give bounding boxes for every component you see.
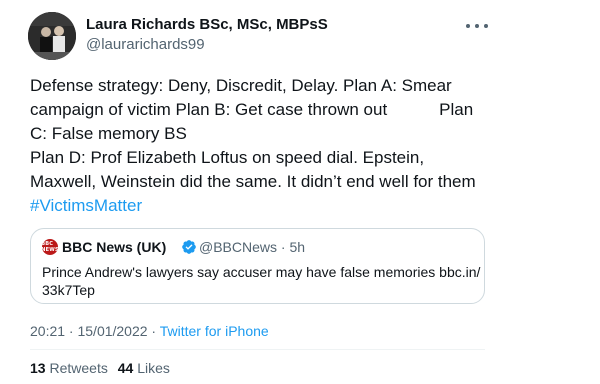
likes-stat[interactable]: 44 Likes: [118, 360, 170, 376]
tweet-line: Plan D: Prof Elizabeth Loftus on speed d…: [30, 148, 425, 167]
verified-badge-icon: [182, 240, 196, 254]
source-link[interactable]: Twitter for iPhone: [160, 323, 269, 339]
quoted-handle-time: @BBCNews · 5h: [199, 239, 306, 255]
tweet-line: Maxwell, Weinstein did the same. It didn…: [30, 172, 476, 191]
retweets-count: 13: [30, 360, 46, 376]
quoted-line: Prince Andrew's lawyers say accuser may …: [42, 264, 481, 280]
avatar-photo: [28, 12, 76, 60]
quoted-author-name: BBC News (UK): [62, 239, 167, 255]
quoted-text: Prince Andrew's lawyers say accuser may …: [42, 263, 481, 299]
likes-label: Likes: [137, 360, 170, 376]
tweet-text: Defense strategy: Deny, Discredit, Delay…: [30, 74, 500, 218]
retweets-label: Retweets: [49, 360, 108, 376]
quoted-tweet[interactable]: BBC NEWS BBC News (UK) @BBCNews · 5h Pri…: [30, 228, 485, 304]
timestamp-text[interactable]: 20:21 · 15/01/2022 ·: [30, 323, 160, 339]
tweet-line: campaign of victim Plan B: Get case thro…: [30, 100, 474, 119]
timestamp: 20:21 · 15/01/2022 · Twitter for iPhone: [30, 323, 269, 339]
tweet-line: C: False memory BS: [30, 124, 187, 143]
quoted-line: 33k7Tep: [42, 282, 95, 298]
hashtag-link[interactable]: #VictimsMatter: [30, 194, 500, 218]
tweet: Laura Richards BSc, MSc, MBPsS @lauraric…: [0, 0, 600, 384]
bbc-logo-text: BBC NEWS: [42, 241, 58, 253]
divider: [30, 349, 485, 350]
engagement-stats: 13 Retweets 44 Likes: [30, 360, 176, 376]
more-options-icon[interactable]: [466, 18, 488, 34]
likes-count: 44: [117, 360, 134, 376]
author-handle[interactable]: @laurarichards99: [86, 36, 205, 53]
author-name[interactable]: Laura Richards BSc, MSc, MBPsS: [86, 16, 328, 33]
avatar[interactable]: [28, 12, 76, 60]
tweet-line: Defense strategy: Deny, Discredit, Delay…: [30, 76, 452, 95]
bbc-news-logo: BBC NEWS: [42, 239, 58, 255]
retweets-stat[interactable]: 13 Retweets: [30, 360, 108, 376]
